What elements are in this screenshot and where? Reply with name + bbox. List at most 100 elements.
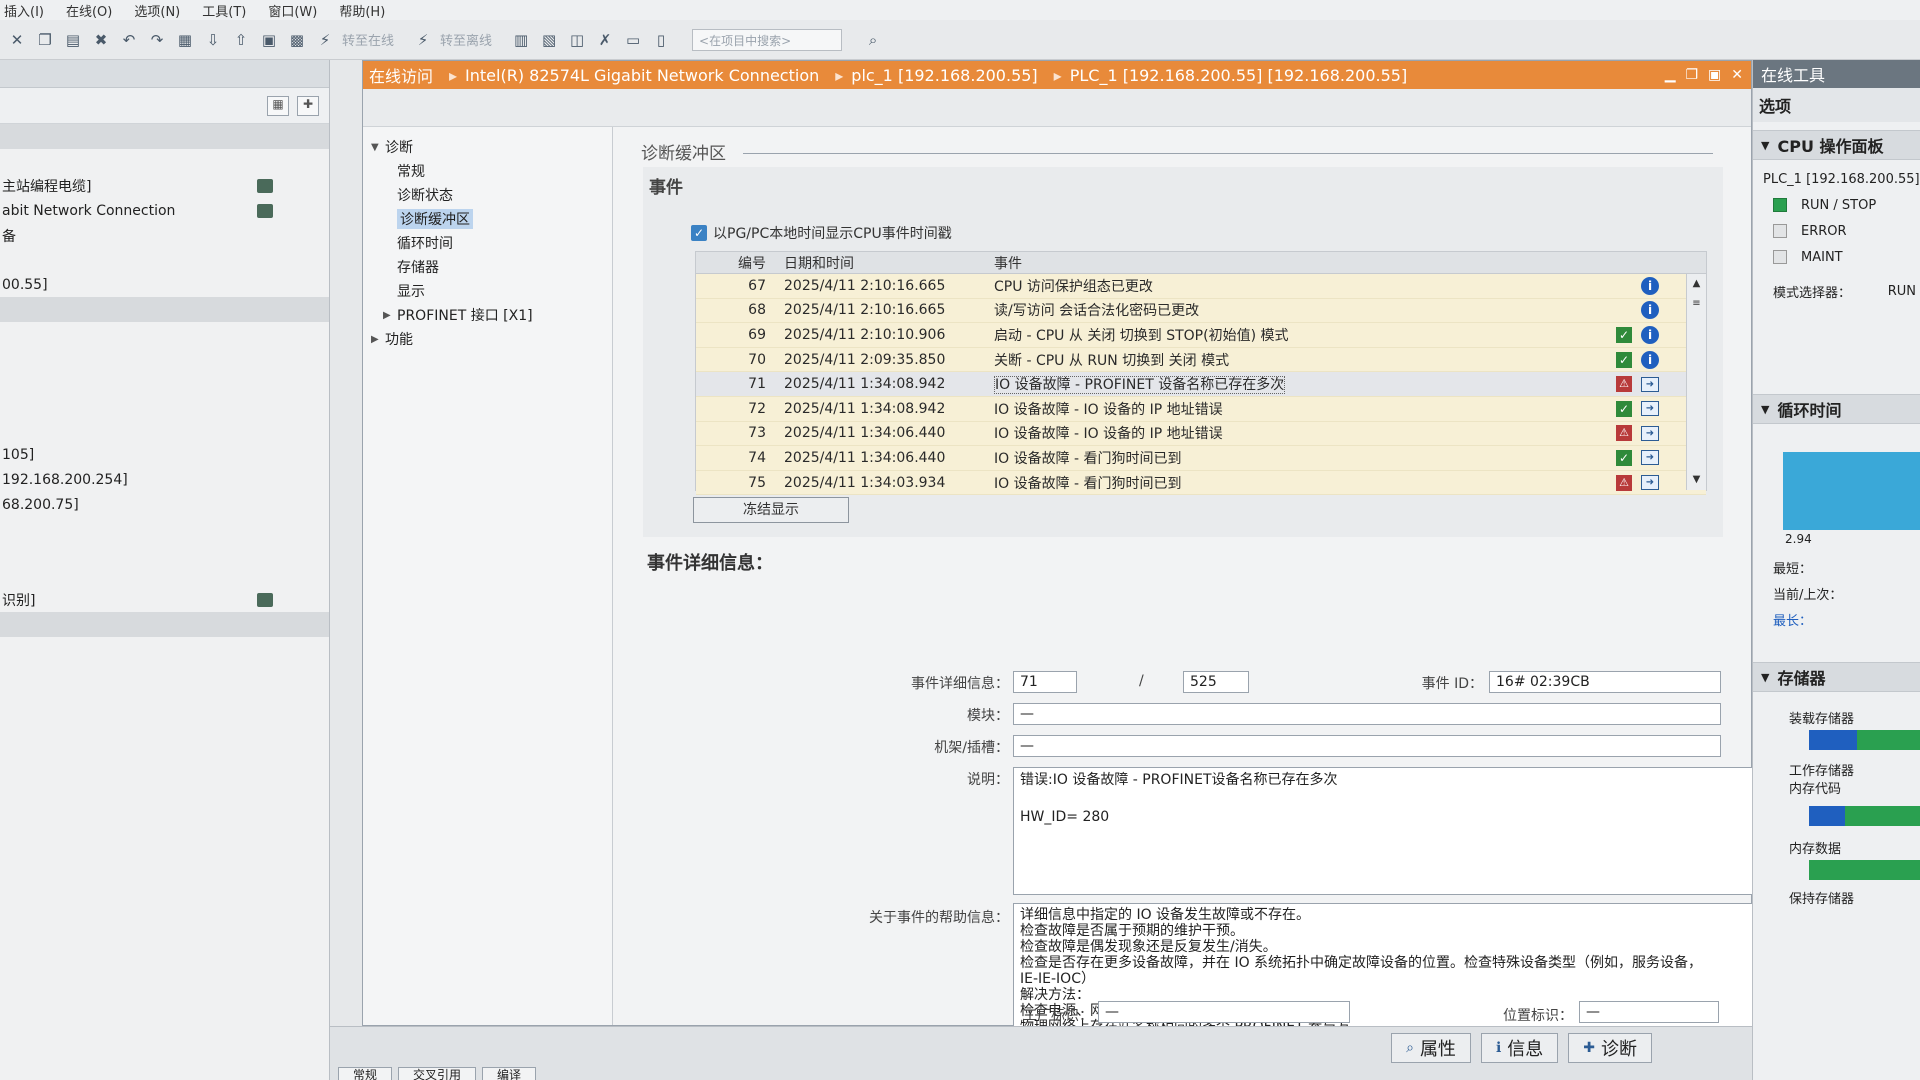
menu-window[interactable]: 窗口(W) (268, 1, 317, 20)
split-horizontal-icon[interactable]: ▭ (622, 29, 644, 51)
tree-item[interactable]: 105] (0, 442, 329, 467)
paste-icon[interactable]: ▤ (62, 29, 84, 51)
event-detail-total-field[interactable]: 525 (1183, 671, 1249, 693)
info-icon[interactable]: i (1641, 276, 1659, 295)
tree-general[interactable]: 常规 (363, 159, 612, 183)
project-search-input[interactable]: <在项目中搜索> (692, 28, 843, 51)
delete-icon[interactable]: ✖ (90, 29, 112, 51)
tree-item[interactable]: 68.200.75] (0, 492, 329, 517)
column-header-no[interactable]: 编号 (696, 253, 784, 273)
tree-item[interactable]: 00.55] (0, 272, 329, 297)
close-icon[interactable]: ✕ (1731, 67, 1743, 83)
tree-cycle-time[interactable]: 循环时间 (363, 231, 612, 255)
scroll-thumb-icon[interactable]: ≡ (1687, 294, 1706, 314)
upload-icon[interactable]: ⇧ (230, 29, 252, 51)
download-icon[interactable]: ⇩ (202, 29, 224, 51)
compile-icon[interactable]: ▦ (174, 29, 196, 51)
cut-icon[interactable]: ✕ (6, 29, 28, 51)
tree-item[interactable]: 主站编程电缆] (0, 173, 329, 198)
description-textarea[interactable]: 错误:IO 设备故障 - PROFINET设备名称已存在多次 HW_ID= 28… (1013, 767, 1827, 895)
search-go-icon[interactable]: ⌕ (862, 29, 884, 51)
tree-item[interactable]: 192.168.200.254] (0, 467, 329, 492)
menu-tools[interactable]: 工具(T) (202, 1, 246, 20)
rack-slot-field[interactable]: — (1013, 735, 1721, 757)
go-offline-icon[interactable]: ⚡ (412, 29, 434, 51)
event-row[interactable]: 68 2025/4/11 2:10:16.665 读/写访问 会话合法化密码已更改 i (696, 298, 1706, 324)
breadcrumb-plc-device[interactable]: PLC_1 [192.168.200.55] [192.168.200.55] (1070, 66, 1408, 85)
menu-options[interactable]: 选项(N) (134, 1, 180, 20)
tree-diag-status[interactable]: 诊断状态 (363, 183, 612, 207)
tree-item[interactable]: 备 (0, 223, 329, 248)
go-offline-button[interactable]: 转至离线 (440, 30, 492, 49)
tab-properties[interactable]: ⌕ 属性 (1391, 1033, 1471, 1063)
simulate-icon[interactable]: ▣ (258, 29, 280, 51)
tree-item[interactable]: 识别] (0, 587, 329, 612)
accessible-devices-icon[interactable]: ▥ (510, 29, 532, 51)
tab-diagnostics[interactable]: ✚ 诊断 (1568, 1033, 1652, 1063)
minimize-icon[interactable]: ▁ (1665, 67, 1676, 83)
event-row[interactable]: 70 2025/4/11 2:09:35.850 关断 - CPU 从 RUN 切换… (696, 347, 1706, 373)
tree-diagnostics[interactable]: ▼ 诊断 (363, 135, 612, 159)
event-row[interactable]: 73 2025/4/11 1:34:06.440 IO 设备故障 - IO 设备的 … (696, 421, 1706, 447)
menu-help[interactable]: 帮助(H) (339, 1, 385, 20)
event-row[interactable]: 75 2025/4/11 1:34:03.934 IO 设备故障 - 看门狗时间已到… (696, 470, 1706, 496)
breadcrumb-network-adapter[interactable]: Intel(R) 82574L Gigabit Network Connecti… (465, 66, 819, 85)
go-to-device-icon[interactable]: ➜ (1641, 475, 1659, 491)
tab-info[interactable]: ℹ 信息 (1480, 1033, 1559, 1063)
monitor-icon[interactable]: ▧ (538, 29, 560, 51)
breadcrumb-plc-node[interactable]: plc_1 [192.168.200.55] (851, 66, 1037, 85)
event-row[interactable]: 69 2025/4/11 2:10:10.906 启动 - CPU 从 关闭 切换到… (696, 323, 1706, 348)
info-icon[interactable]: i (1641, 301, 1659, 320)
window-split-icon[interactable]: ◫ (566, 29, 588, 51)
scroll-down-icon[interactable]: ▼ (1687, 470, 1706, 490)
scroll-up-icon[interactable]: ▲ (1687, 274, 1706, 294)
event-row[interactable]: 71 2025/4/11 1:34:08.942 IO 设备故障 - PROFINE… (696, 372, 1706, 397)
tree-profinet[interactable]: ▶ PROFINET 接口 [X1] (363, 303, 612, 327)
go-online-icon[interactable]: ⚡ (314, 29, 336, 51)
freeze-display-button[interactable]: 冻结显示 (693, 497, 849, 523)
go-to-device-icon[interactable]: ➜ (1641, 376, 1659, 392)
redo-icon[interactable]: ↷ (146, 29, 168, 51)
event-row[interactable]: 67 2025/4/11 2:10:16.665 CPU 访问保护组态已更改 i (696, 274, 1706, 299)
add-item-icon[interactable]: ✚ (297, 95, 319, 116)
device-icon[interactable]: ▩ (286, 29, 308, 51)
tree-display[interactable]: 显示 (363, 279, 612, 303)
menu-online[interactable]: 在线(O) (66, 1, 112, 20)
info-icon[interactable]: i (1641, 350, 1659, 369)
column-header-datetime[interactable]: 日期和时间 (784, 253, 992, 273)
tree-diag-buffer[interactable]: 诊断缓冲区 (363, 207, 612, 231)
copy-icon[interactable]: ❐ (34, 29, 56, 51)
event-row[interactable]: 72 2025/4/11 1:34:08.942 IO 设备故障 - IO 设备的 … (696, 396, 1706, 422)
tree-functions[interactable]: ▶ 功能 (363, 327, 612, 351)
memory-header[interactable]: ▼ 存储器 (1753, 662, 1920, 692)
events-scrollbar[interactable]: ▲ ≡ ▼ (1686, 274, 1706, 490)
event-detail-number-field[interactable]: 71 (1013, 671, 1077, 693)
breadcrumb-online-access[interactable]: 在线访问 (369, 63, 433, 87)
plant-id-field[interactable]: — (1098, 1001, 1350, 1023)
cpu-panel-header[interactable]: ▼ CPU 操作面板 (1753, 130, 1920, 160)
undo-icon[interactable]: ↶ (118, 29, 140, 51)
event-row[interactable]: 74 2025/4/11 1:34:06.440 IO 设备故障 - 看门狗时间已到… (696, 446, 1706, 471)
tree-memory[interactable]: 存储器 (363, 255, 612, 279)
module-field[interactable]: — (1013, 703, 1721, 725)
subtab-compile[interactable]: 编译 (482, 1067, 537, 1080)
restore-icon[interactable]: ❐ (1685, 67, 1698, 83)
close-online-icon[interactable]: ✗ (594, 29, 616, 51)
event-id-field[interactable]: 16# 02:39CB (1489, 671, 1721, 693)
info-icon[interactable]: i (1641, 325, 1659, 344)
go-to-device-icon[interactable]: ➜ (1641, 450, 1659, 466)
maximize-icon[interactable]: ▣ (1708, 67, 1721, 83)
subtab-cross-reference[interactable]: 交叉引用 (398, 1067, 477, 1080)
go-to-device-icon[interactable]: ➜ (1641, 425, 1659, 441)
split-vertical-icon[interactable]: ▯ (650, 29, 672, 51)
local-time-checkbox[interactable]: ✓ (691, 225, 707, 241)
go-to-device-icon[interactable]: ➜ (1641, 401, 1659, 417)
go-online-button[interactable]: 转至在线 (342, 30, 394, 49)
tree-item[interactable]: abit Network Connection (0, 198, 329, 223)
location-id-field[interactable]: — (1579, 1001, 1719, 1023)
column-header-event[interactable]: 事件 (992, 253, 1612, 273)
cycle-time-header[interactable]: ▼ 循环时间 (1753, 394, 1920, 424)
menu-insert[interactable]: 插入(I) (4, 1, 44, 20)
subtab-general[interactable]: 常规 (338, 1067, 393, 1080)
table-view-icon[interactable]: ▦ (267, 95, 289, 116)
